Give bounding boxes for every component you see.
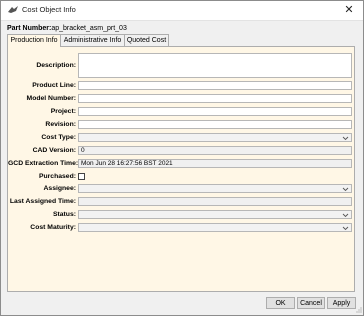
cad-version-row: CAD Version: 0 [8,146,356,155]
chevron-down-icon [342,213,349,218]
description-field[interactable] [78,53,352,78]
revision-label: Revision: [45,121,76,128]
status-label: Status: [52,211,76,218]
chevron-down-icon [342,187,349,192]
dialog-button-bar: OK Cancel Apply [1,294,363,315]
status-row: Status: [8,210,356,219]
cancel-button[interactable]: Cancel [297,297,325,309]
last-assigned-time-row: Last Assigned Time: [8,197,356,206]
resize-grip-icon[interactable] [355,306,362,313]
tab-administrative-info[interactable]: Administrative Info [60,34,125,46]
model-number-label: Model Number: [26,95,76,102]
title-bar: Cost Object Info ✕ [1,1,363,21]
part-number-value: ap_bracket_asm_prt_03 [51,25,127,32]
description-label: Description: [36,62,76,69]
close-icon[interactable]: ✕ [341,3,357,18]
chevron-down-icon [342,226,349,231]
gcd-extraction-time-row: GCD Extraction Time: Mon Jun 28 16:27:56… [8,159,356,168]
cad-version-label: CAD Version: [32,147,76,154]
assignee-row: Assignee: [8,184,356,193]
model-number-field[interactable] [78,94,352,103]
cost-maturity-dropdown[interactable] [78,223,352,232]
cost-type-row: Cost Type: [8,133,356,142]
purchased-checkbox[interactable] [78,173,85,180]
tab-production-info[interactable]: Production Info [7,34,61,47]
chevron-down-icon [342,136,349,141]
status-dropdown[interactable] [78,210,352,219]
part-number-row: Part Number:ap_bracket_asm_prt_03 [7,25,127,32]
gcd-extraction-time-field: Mon Jun 28 16:27:56 BST 2021 [78,159,352,168]
production-info-panel: Description: Product Line: Model Number:… [7,46,355,292]
cost-maturity-row: Cost Maturity: [8,223,356,232]
assignee-dropdown[interactable] [78,184,352,193]
cost-type-dropdown[interactable] [78,133,352,142]
cost-maturity-label: Cost Maturity: [30,224,76,231]
ok-button[interactable]: OK [266,297,295,309]
purchased-label: Purchased: [38,173,76,180]
project-label: Project: [50,108,76,115]
part-number-label: Part Number: [7,25,52,32]
model-number-row: Model Number: [8,94,356,103]
description-row: Description: [8,53,356,78]
revision-row: Revision: [8,120,356,129]
window-title: Cost Object Info [22,5,76,14]
tab-quoted-cost[interactable]: Quoted Cost [124,34,169,46]
apply-button[interactable]: Apply [327,297,356,309]
gcd-extraction-time-label: GCD Extraction Time: [8,160,79,167]
project-field[interactable] [78,107,352,116]
project-row: Project: [8,107,356,116]
cost-type-label: Cost Type: [41,134,76,141]
app-logo-icon [8,6,18,13]
purchased-row: Purchased: [8,172,356,181]
cad-version-field: 0 [78,146,352,155]
cost-object-info-dialog: Cost Object Info ✕ Part Number:ap_bracke… [0,0,364,316]
revision-field[interactable] [78,120,352,129]
product-line-label: Product Line: [32,82,76,89]
assignee-label: Assignee: [43,185,76,192]
last-assigned-time-field [78,197,352,206]
product-line-row: Product Line: [8,81,356,90]
product-line-field[interactable] [78,81,352,90]
last-assigned-time-label: Last Assigned Time: [9,198,76,205]
